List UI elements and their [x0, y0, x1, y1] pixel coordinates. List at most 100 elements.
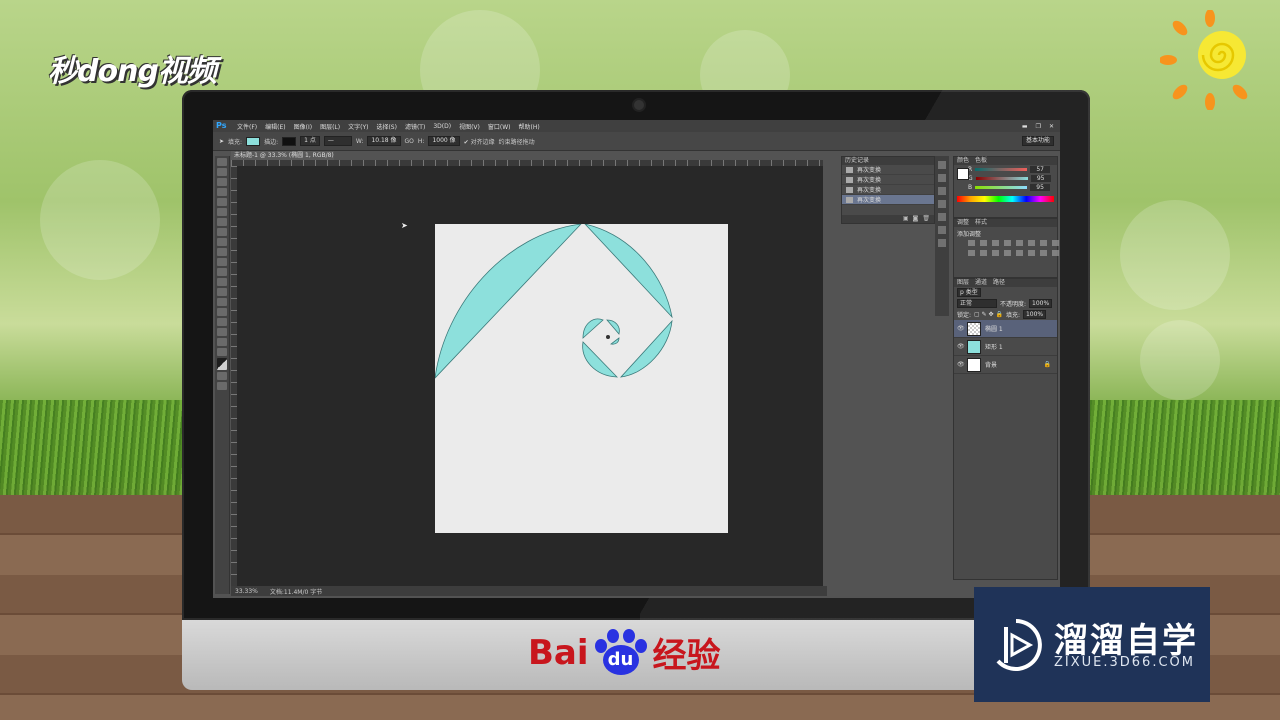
layer-row[interactable]: 👁 矩形 1 — [954, 338, 1057, 356]
eye-icon[interactable]: 👁 — [957, 361, 965, 368]
minimize-icon[interactable]: ▬ — [1022, 123, 1028, 130]
fill-field[interactable]: 100% — [1022, 310, 1047, 319]
foreground-color-swatch[interactable] — [957, 168, 969, 180]
layer-row[interactable]: 👁 椭圆 1 — [954, 320, 1057, 338]
green-value[interactable]: 95 — [1030, 175, 1051, 182]
history-panel-icon[interactable] — [938, 161, 946, 169]
zoom-tool-icon[interactable] — [217, 348, 227, 356]
stroke-width-field[interactable]: 1 点 — [300, 136, 320, 146]
eye-icon[interactable]: 👁 — [957, 343, 965, 350]
color-spectrum[interactable] — [957, 196, 1054, 202]
history-row[interactable]: 再次变换 — [842, 185, 934, 195]
tab-channels[interactable]: 通道 — [975, 279, 993, 287]
lasso-tool-icon[interactable] — [217, 178, 227, 186]
tab-color[interactable]: 颜色 — [957, 157, 975, 165]
golden-spiral-shape[interactable] — [434, 223, 728, 533]
actions-panel-icon[interactable] — [938, 174, 946, 182]
zoom-level[interactable]: 33.33% — [235, 588, 258, 595]
menu-filter[interactable]: 滤镜(T) — [401, 122, 429, 131]
history-brush-tool-icon[interactable] — [217, 248, 227, 256]
gradient-tool-icon[interactable] — [217, 268, 227, 276]
type-tool-icon[interactable] — [217, 308, 227, 316]
character-panel-icon[interactable] — [938, 187, 946, 195]
history-row[interactable]: 再次变换 — [842, 165, 934, 175]
menu-help[interactable]: 帮助(H) — [515, 122, 544, 131]
history-row[interactable]: 再次变换 — [842, 175, 934, 185]
red-value[interactable]: 57 — [1030, 166, 1051, 173]
tab-swatches[interactable]: 色板 — [975, 157, 993, 165]
brush-tool-icon[interactable] — [217, 228, 227, 236]
quick-mask-icon[interactable] — [217, 372, 227, 380]
move-tool-icon[interactable] — [217, 158, 227, 166]
layer-filter-dropdown[interactable]: p 类型 — [957, 288, 981, 297]
trash-icon[interactable]: 🗑 — [922, 215, 930, 223]
posterize-icon[interactable] — [1016, 250, 1023, 256]
hand-tool-icon[interactable] — [217, 338, 227, 346]
close-icon[interactable]: ✕ — [1049, 123, 1054, 130]
menu-image[interactable]: 图像(I) — [290, 122, 316, 131]
lock-icons[interactable]: ▢ ✎ ✥ 🔒 — [974, 311, 1003, 318]
hue-saturation-icon[interactable] — [1028, 240, 1035, 246]
new-document-icon[interactable]: ▣ — [903, 215, 909, 223]
menu-file[interactable]: 文件(F) — [233, 122, 261, 131]
menu-type[interactable]: 文字(Y) — [344, 122, 372, 131]
black-white-icon[interactable] — [1052, 240, 1059, 246]
channel-mixer-icon[interactable] — [980, 250, 987, 256]
dodge-tool-icon[interactable] — [217, 288, 227, 296]
tab-paths[interactable]: 路径 — [993, 279, 1011, 287]
color-lookup-icon[interactable] — [992, 250, 999, 256]
quick-select-tool-icon[interactable] — [217, 188, 227, 196]
marquee-tool-icon[interactable] — [217, 168, 227, 176]
workspace-dropdown[interactable]: 基本功能 — [1021, 136, 1054, 146]
curves-icon[interactable] — [992, 240, 999, 246]
threshold-icon[interactable] — [1028, 250, 1035, 256]
menu-layer[interactable]: 图层(L) — [316, 122, 344, 131]
tab-layers[interactable]: 图层 — [957, 279, 975, 287]
brush-panel-icon[interactable] — [938, 213, 946, 221]
crop-tool-icon[interactable] — [217, 198, 227, 206]
tab-adjustments[interactable]: 调整 — [957, 219, 975, 227]
menu-edit[interactable]: 编辑(E) — [261, 122, 289, 131]
healing-tool-icon[interactable] — [217, 218, 227, 226]
eye-icon[interactable]: 👁 — [957, 325, 965, 332]
invert-icon[interactable] — [1004, 250, 1011, 256]
color-swatches-icon[interactable] — [217, 358, 227, 370]
eraser-tool-icon[interactable] — [217, 258, 227, 266]
menu-window[interactable]: 窗口(W) — [484, 122, 515, 131]
menu-select[interactable]: 选择(S) — [372, 122, 401, 131]
constrain-path-checkbox[interactable]: 约束路径拖动 — [499, 137, 535, 146]
eyedropper-tool-icon[interactable] — [217, 208, 227, 216]
opacity-field[interactable]: 100% — [1029, 299, 1053, 308]
stamp-tool-icon[interactable] — [217, 238, 227, 246]
height-field[interactable]: 1000 像 — [428, 136, 460, 146]
selective-color-icon[interactable] — [1052, 250, 1059, 256]
paragraph-panel-icon[interactable] — [938, 200, 946, 208]
info-panel-icon[interactable] — [938, 239, 946, 247]
exposure-icon[interactable] — [1004, 240, 1011, 246]
color-balance-icon[interactable] — [1040, 240, 1047, 246]
arrow-tool-icon[interactable]: ➤ — [219, 138, 224, 145]
tab-styles[interactable]: 样式 — [975, 219, 993, 227]
green-slider[interactable] — [975, 177, 1028, 180]
blue-slider[interactable] — [975, 186, 1028, 189]
layer-row[interactable]: 👁 背景 🔒 — [954, 356, 1057, 374]
restore-icon[interactable]: ❐ — [1036, 123, 1041, 130]
gradient-map-icon[interactable] — [1040, 250, 1047, 256]
levels-icon[interactable] — [980, 240, 987, 246]
shape-tool-icon[interactable] — [217, 328, 227, 336]
blend-mode-dropdown[interactable]: 正常 — [957, 299, 997, 308]
width-field[interactable]: 10.18 像 — [367, 136, 401, 146]
red-slider[interactable] — [975, 168, 1028, 171]
link-label[interactable]: GO — [405, 138, 414, 145]
stroke-swatch[interactable] — [282, 136, 297, 146]
align-edges-checkbox[interactable]: ✔ 对齐边缘 — [464, 137, 495, 146]
snapshot-icon[interactable]: ◙ — [913, 215, 919, 223]
fill-swatch[interactable] — [246, 136, 261, 146]
canvas-area[interactable]: ➤ — [237, 166, 823, 586]
blur-tool-icon[interactable] — [217, 278, 227, 286]
document-tab[interactable]: 未标题-1 @ 33.3% (椭圆 1, RGB/8) * × — [231, 151, 334, 168]
menu-view[interactable]: 视图(V) — [455, 122, 484, 131]
document-canvas[interactable] — [434, 223, 728, 533]
tab-history[interactable]: 历史记录 — [845, 157, 875, 165]
brightness-icon[interactable] — [968, 240, 975, 246]
